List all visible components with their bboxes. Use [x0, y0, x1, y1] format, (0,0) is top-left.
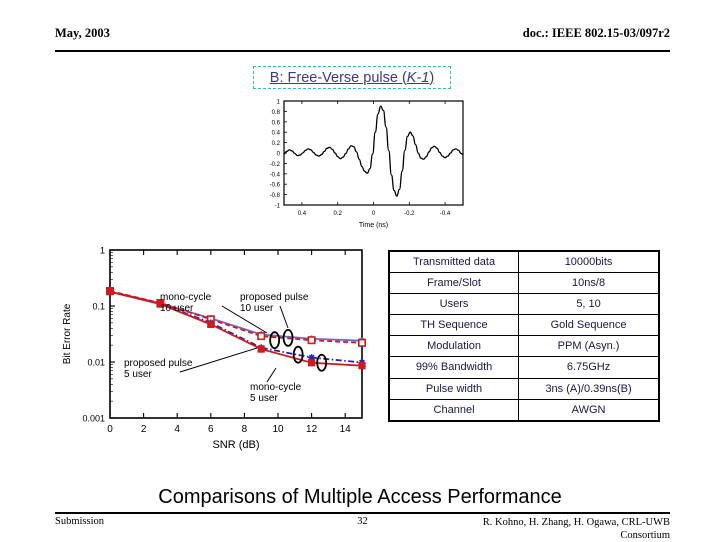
table-row: Transmitted data 10000bits [388, 250, 660, 274]
x-tick-label: 10 [272, 424, 284, 435]
table-row: Frame/Slot 10ns/8 [388, 272, 660, 295]
param-name-cell: Modulation [388, 335, 520, 358]
x-tick-label: 0 [107, 424, 113, 435]
slide-title-italic: K-1 [406, 69, 430, 86]
data-point-marker [257, 345, 265, 353]
y-tick-label: -1 [275, 204, 281, 210]
y-tick-label: 0.1 [92, 302, 105, 312]
footer-authors: R. Kohno, H. Zhang, H. Ogawa, CRL-UWB Co… [440, 516, 670, 542]
x-tick-label: 4 [174, 424, 180, 435]
data-point-marker [357, 338, 366, 347]
annotation-line2: 5 user [124, 369, 152, 380]
data-point-marker [257, 332, 266, 341]
slide-title-suffix: ) [429, 69, 435, 86]
ber-plot-frame [109, 249, 363, 419]
data-point-marker [307, 336, 316, 345]
y-tick-label: -0.8 [270, 193, 281, 199]
table-row: TH Sequence Gold Sequence [388, 314, 660, 337]
x-tick-label: -0.4 [440, 211, 451, 217]
pulse-waveform-chart: 1 0.8 0.6 0.4 0.2 0 -0.2 -0.4 -0.6 -0.8 -1 0.4 0.2 0 -… [270, 100, 464, 229]
pulse-waveform-figure: 1 0.8 0.6 0.4 0.2 0 -0.2 -0.4 -0.6 -0.8 -1 0.4 0.2 0 -… [250, 95, 472, 233]
y-tick-label: -0.4 [270, 172, 281, 178]
x-tick-label: -0.2 [404, 211, 415, 217]
param-value-cell: PPM (Asyn.) [518, 335, 660, 358]
ber-vs-snr-figure: 1 0.1 0.01 0.001 0 2 4 6 8 10 12 14 mono-cycle 10 use… [52, 240, 384, 458]
x-tick-label: 2 [141, 424, 147, 435]
param-value-cell: 3ns (A)/0.39ns(B) [518, 377, 660, 400]
y-tick-label: 1 [100, 246, 105, 256]
slide-caption: Comparisons of Multiple Access Performan… [158, 486, 562, 508]
y-tick-label: 0.01 [87, 358, 105, 368]
table-row: Pulse width 3ns (A)/0.39ns(B) [388, 377, 660, 400]
annotation-line2: 10 user [160, 303, 194, 314]
param-value-cell: Gold Sequence [518, 314, 660, 337]
y-tick-label: 1 [277, 100, 281, 106]
annotation-line1: proposed pulse [240, 292, 309, 303]
y-tick-label: -0.6 [270, 183, 281, 189]
param-name-cell: Channel [388, 398, 520, 422]
slide-footer: Submission 32 R. Kohno, H. Zhang, H. Oga… [55, 512, 670, 542]
x-tick-label: 0 [372, 211, 376, 217]
annotation-line2: 10 user [240, 303, 274, 314]
data-point-marker [358, 362, 366, 370]
data-point-marker [207, 320, 215, 328]
slide-title-prefix: B: Free-Verse pulse ( [269, 69, 407, 86]
y-tick-label: 0.4 [272, 131, 281, 137]
annotation-line2: 5 user [250, 393, 278, 404]
x-tick-label: 12 [306, 424, 318, 435]
annotation-line1: proposed pulse [124, 358, 193, 369]
footer-authors-line2: Consortium [620, 530, 670, 542]
param-name-cell: Pulse width [388, 377, 520, 400]
param-value-cell: 5, 10 [518, 293, 660, 316]
data-point-marker [308, 359, 316, 367]
annotation-line1: mono-cycle [160, 292, 212, 303]
param-name-cell: 99% Bandwidth [388, 356, 520, 379]
y-tick-label: 0 [277, 152, 281, 158]
param-name-cell: Frame/Slot [388, 272, 520, 295]
y-tick-label: 0.2 [272, 141, 281, 147]
slide-header: May, 2003 doc.: IEEE 802.15-03/097r2 [55, 26, 670, 52]
ber-vs-snr-chart: 10.10.010.0010 2 4 6 8 10 12 14mono-cycle10 use… [62, 246, 366, 451]
param-value-cell: AWGN [518, 398, 660, 422]
table-row: Modulation PPM (Asyn.) [388, 335, 660, 358]
param-value-cell: 6.75GHz [518, 356, 660, 379]
footer-page-number: 32 [357, 516, 368, 527]
param-name-cell: TH Sequence [388, 314, 520, 337]
simulation-parameters-table: Transmitted data 10000bits Frame/Slot 10ns/… [388, 250, 660, 422]
slide-title-box: B: Free-Verse pulse (K-1) [253, 66, 451, 89]
header-doc-number: doc.: IEEE 802.15-03/097r2 [522, 26, 670, 40]
footer-authors-line1: R. Kohno, H. Zhang, H. Ogawa, CRL-UWB [482, 517, 670, 528]
footer-submission-label: Submission [55, 516, 105, 527]
header-date: May, 2003 [55, 26, 110, 40]
x-tick-label: 8 [242, 424, 248, 435]
table-row: Users 5, 10 [388, 293, 660, 316]
x-tick-label: 0.4 [298, 211, 307, 217]
param-name-cell: Users [388, 293, 520, 316]
data-point-marker [106, 288, 114, 296]
x-axis-label: SNR (dB) [212, 439, 259, 451]
annotation-line1: mono-cycle [250, 382, 302, 393]
param-value-cell: 10ns/8 [518, 272, 660, 295]
param-value-cell: 10000bits [518, 250, 660, 274]
y-axis-label: Bit Error Rate [62, 303, 73, 364]
y-tick-label: 0.6 [272, 120, 281, 126]
y-tick-label: 0.001 [82, 414, 105, 424]
table-row: 99% Bandwidth 6.75GHz [388, 356, 660, 379]
page-title: B: Free-Verse pulse (K-1) [270, 70, 434, 86]
param-name-cell: Transmitted data [388, 250, 520, 274]
x-axis-label: Time (ns) [359, 222, 388, 229]
x-tick-label: 0.2 [334, 211, 343, 217]
y-tick-label: -0.2 [270, 162, 281, 168]
x-tick-label: 14 [340, 424, 352, 435]
table-row: Channel AWGN [388, 398, 660, 422]
x-tick-label: 6 [208, 424, 214, 435]
y-tick-label: 0.8 [272, 110, 281, 116]
